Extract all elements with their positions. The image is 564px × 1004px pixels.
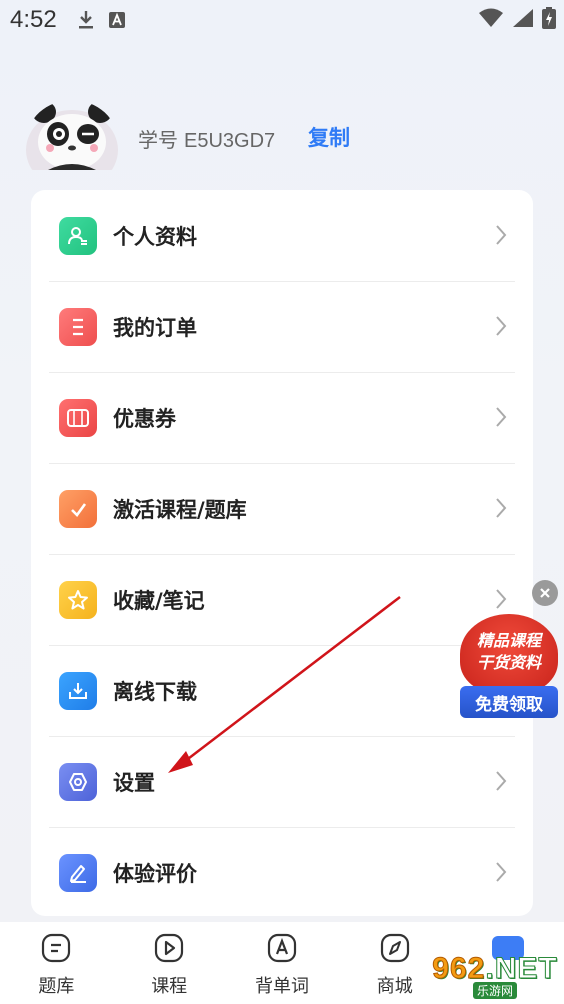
menu-item-profile[interactable]: 个人资料 (49, 190, 515, 281)
wifi-icon (478, 8, 504, 32)
floating-promo[interactable]: 精品课程 干货资料 免费领取 (458, 578, 562, 720)
avatar[interactable] (26, 100, 118, 170)
student-id-value: E5U3GD7 (184, 130, 276, 152)
menu-item-settings[interactable]: 设置 (49, 736, 515, 827)
menu-item-label: 收藏/笔记 (113, 588, 205, 613)
menu-item-orders[interactable]: 我的订单 (49, 281, 515, 372)
menu-item-label: 优惠券 (113, 406, 176, 431)
profile-header (26, 100, 118, 170)
chevron-right-icon (495, 406, 507, 432)
coupon-icon (59, 398, 97, 437)
tab-label: 背单词 (254, 976, 309, 997)
activate-icon (59, 489, 97, 528)
menu-item-label: 激活课程/题库 (113, 497, 247, 522)
promo-badge[interactable]: 精品课程 干货资料 (460, 614, 558, 694)
order-icon (59, 307, 97, 346)
tab-question-bank[interactable]: 题库 (0, 922, 113, 1004)
question-bank-icon (40, 932, 72, 964)
tab-label: 商城 (376, 976, 413, 997)
course-play-icon (153, 932, 185, 964)
vocabulary-icon (266, 932, 298, 964)
student-id-label: 学号 (138, 130, 178, 152)
menu-item-offline-download[interactable]: 离线下载 (49, 645, 515, 736)
status-time: 4:52 (10, 6, 57, 33)
watermark-domain: .NET (485, 951, 558, 985)
chevron-right-icon (495, 497, 507, 523)
copy-button[interactable]: 复制 (308, 122, 350, 152)
menu-card: 个人资料 我的订单 优惠券 激活课程/题库 收藏/笔记 离线下载 设置 体验评价 (31, 190, 533, 916)
menu-item-favorites[interactable]: 收藏/笔记 (49, 554, 515, 645)
menu-item-feedback[interactable]: 体验评价 (49, 827, 515, 918)
tab-label: 课程 (151, 976, 188, 997)
menu-item-label: 个人资料 (113, 224, 197, 249)
promo-line2: 干货资料 (476, 653, 541, 672)
chevron-right-icon (495, 224, 507, 250)
promo-line1: 精品课程 (476, 631, 541, 650)
promo-claim-button[interactable]: 免费领取 (460, 686, 558, 718)
profile-icon (59, 216, 97, 255)
signal-icon (512, 8, 534, 32)
menu-item-coupons[interactable]: 优惠券 (49, 372, 515, 463)
close-icon[interactable] (532, 580, 558, 606)
watermark-sub: 乐游网 (472, 981, 517, 999)
download-icon (59, 671, 97, 710)
battery-icon (542, 7, 556, 33)
student-id: 学号 E5U3GD7 (138, 124, 275, 153)
font-status-icon (108, 12, 125, 28)
menu-item-label: 离线下载 (113, 679, 197, 704)
download-status-icon (77, 10, 95, 30)
settings-icon (59, 762, 97, 801)
menu-item-activate[interactable]: 激活课程/题库 (49, 463, 515, 554)
menu-item-label: 设置 (113, 770, 155, 795)
tab-course[interactable]: 课程 (113, 922, 226, 1004)
tab-label: 题库 (38, 976, 75, 997)
menu-item-label: 我的订单 (113, 315, 197, 340)
edit-icon (59, 853, 97, 892)
watermark-logo: 962.NET 乐游网 (426, 946, 564, 1004)
chevron-right-icon (495, 770, 507, 796)
menu-item-label: 体验评价 (113, 861, 197, 886)
watermark-number: 962 (432, 951, 486, 985)
status-bar: 4:52 (0, 0, 564, 40)
mall-compass-icon (379, 932, 411, 964)
chevron-right-icon (495, 315, 507, 341)
tab-vocabulary[interactable]: 背单词 (226, 922, 339, 1004)
chevron-right-icon (495, 861, 507, 887)
star-icon (59, 580, 97, 619)
